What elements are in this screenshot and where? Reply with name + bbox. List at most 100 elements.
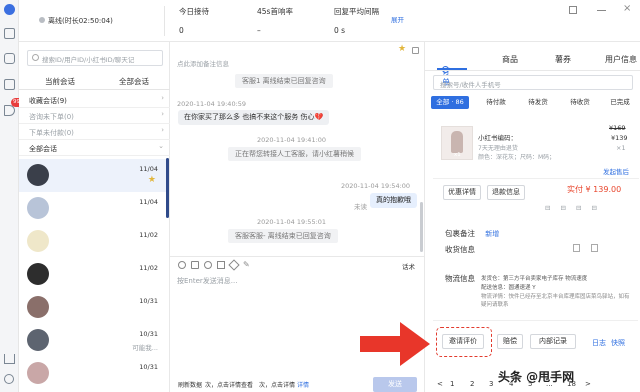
tab-divider: [425, 70, 640, 71]
footer-hint: 刷新数据 次，点击详情查看 次，点击详情 详情: [178, 380, 309, 389]
filter-all[interactable]: 全部 · 86: [431, 96, 469, 109]
close-icon[interactable]: ×: [623, 3, 631, 14]
footer-detail-link[interactable]: 详情: [297, 382, 309, 389]
card-icon[interactable]: [4, 53, 15, 64]
filter-unpaid[interactable]: 待付款: [483, 96, 509, 109]
session-item[interactable]: 11/02: [19, 225, 166, 258]
field-receiver: 收货信息: [445, 244, 635, 255]
current-price: ¥139: [611, 134, 628, 142]
group-unpaid[interactable]: 下单未付款(0) ›: [19, 124, 170, 140]
chevron-down-icon: ⌄: [158, 142, 164, 150]
chat-scrollbar[interactable]: [420, 202, 423, 252]
note-hint[interactable]: 点此添加备注信息: [177, 58, 229, 68]
stat-value: –: [257, 26, 261, 35]
action-divider: [433, 320, 638, 321]
status-selector[interactable]: 离线(时长02:50:04): [39, 16, 113, 28]
session-item[interactable]: 10/31: [19, 357, 166, 390]
page-1[interactable]: 1: [450, 380, 454, 388]
logistics-warehouse-text: 发货仓：第三方平台卖家电子库存 物流速度: [481, 276, 588, 282]
group-inquiry[interactable]: 咨询未下单(0) ›: [19, 108, 170, 124]
internal-record-button[interactable]: 内部记录: [530, 334, 576, 349]
session-list: 搜索ID/用户ID/小红书ID/聊天记 当前会话 全部会话 收藏会话(9) › …: [19, 42, 170, 392]
timestamp: 2020-11-04 19:40:59: [177, 100, 247, 108]
red-arrow-annotation: [360, 322, 430, 366]
avatar: [27, 296, 49, 318]
copy-icon[interactable]: [573, 244, 580, 252]
paid-value: ¥ 139.00: [585, 185, 622, 194]
square-icon[interactable]: [569, 6, 577, 14]
grid-icon[interactable]: [4, 79, 15, 90]
page-prev[interactable]: <: [437, 380, 443, 388]
tab-coupons[interactable]: 薯券: [555, 54, 571, 65]
session-date: 11/02: [139, 264, 158, 272]
page-next[interactable]: >: [585, 380, 591, 388]
document-icon[interactable]: [4, 28, 15, 39]
field-label: 包裹备注: [445, 229, 475, 238]
log-link[interactable]: 日志: [592, 338, 606, 348]
tab-user-info[interactable]: 用户信息: [605, 54, 637, 65]
filter-unshipped[interactable]: 待发货: [525, 96, 551, 109]
tag-icon[interactable]: [228, 259, 240, 271]
status-text: 离线(时长02:50:04): [48, 17, 113, 25]
session-item[interactable]: 11/04 ★: [19, 159, 166, 192]
page-2[interactable]: 2: [470, 380, 474, 388]
pin-icon[interactable]: [412, 47, 419, 54]
system-message: 客服1 离线结束已回复咨询: [235, 74, 333, 88]
product-thumbnail[interactable]: x1: [441, 126, 473, 160]
snapshot-link[interactable]: 快照: [611, 338, 625, 348]
emoji-icon[interactable]: [178, 261, 186, 269]
avatar: [27, 362, 49, 384]
footer-left: 刷新数据: [178, 382, 203, 389]
video-icon[interactable]: [204, 261, 212, 269]
exit-icon[interactable]: [4, 374, 14, 384]
edit-icon[interactable]: [591, 244, 598, 252]
filter-completed[interactable]: 已完成: [607, 96, 633, 109]
star-icon[interactable]: ★: [148, 175, 156, 185]
avatar: [27, 329, 49, 351]
avatar: [27, 230, 49, 252]
stat-label: 今日接待: [179, 7, 209, 16]
order-search[interactable]: 搜索号/收件人手机号: [433, 75, 633, 90]
field-label: 物流信息: [445, 274, 475, 283]
tab-products[interactable]: 商品: [502, 54, 518, 65]
session-search[interactable]: 搜索ID/用户ID/小红书ID/聊天记: [27, 50, 163, 66]
compensate-button[interactable]: 赔偿: [497, 334, 523, 349]
script-label[interactable]: 话术: [402, 261, 415, 271]
session-date: 10/31: [139, 363, 158, 371]
product-code: 小红书编码：: [478, 134, 517, 142]
edit-icon[interactable]: ✎: [243, 260, 250, 269]
session-item[interactable]: 10/31: [19, 291, 166, 324]
order-panel: 订单 商品 薯券 用户信息 搜索号/收件人手机号 全部 · 86 待付款 待发货…: [425, 42, 640, 392]
session-item[interactable]: 10/31 可能我...: [19, 324, 166, 357]
product-icon[interactable]: [217, 261, 225, 269]
dash-icon[interactable]: [597, 10, 606, 11]
logistics-carrier: 配送信息：圆通速递 Y: [481, 285, 536, 291]
after-sale-link[interactable]: 发起售后: [603, 166, 629, 176]
add-note-link[interactable]: 新增: [485, 230, 499, 238]
tab-current[interactable]: 当前会话: [45, 76, 75, 87]
order-action-icons[interactable]: ⊟ ⊟ ⊟ ⊟: [545, 204, 601, 212]
expand-link[interactable]: 展开: [391, 14, 404, 24]
session-item[interactable]: 11/04: [19, 192, 166, 225]
card-divider: [433, 178, 639, 179]
star-icon[interactable]: ★: [398, 44, 406, 54]
field-package-note: 包裹备注 新增: [445, 228, 635, 239]
discount-detail-button[interactable]: 优惠详情: [443, 185, 481, 200]
tab-all[interactable]: 全部会话: [119, 76, 149, 87]
group-all[interactable]: 全部会话 ⌄: [19, 140, 170, 156]
session-item[interactable]: 11/02: [19, 258, 166, 291]
agent-message: 真的抱歉哦: [370, 193, 417, 208]
stat-response-rate: 45s首响率 –: [257, 6, 293, 35]
refund-info-button[interactable]: 退款信息: [487, 185, 525, 200]
watermark: 头条 @甩手网: [498, 370, 575, 384]
home-icon[interactable]: [4, 354, 15, 364]
send-button[interactable]: 发送: [373, 377, 417, 392]
session-date: 11/04: [139, 198, 158, 206]
timestamp: 2020-11-04 19:54:00: [341, 182, 411, 190]
page-3[interactable]: 3: [489, 380, 493, 388]
filter-unreceived[interactable]: 待收货: [567, 96, 593, 109]
logistics-detail: 物流详情：快件已经存至北京丰台库理库固店菜鸟驿站，如有疑问请联系: [481, 294, 630, 308]
scrollbar[interactable]: [166, 158, 169, 218]
group-favorites[interactable]: 收藏会话(9) ›: [19, 92, 170, 108]
image-icon[interactable]: [191, 261, 199, 269]
